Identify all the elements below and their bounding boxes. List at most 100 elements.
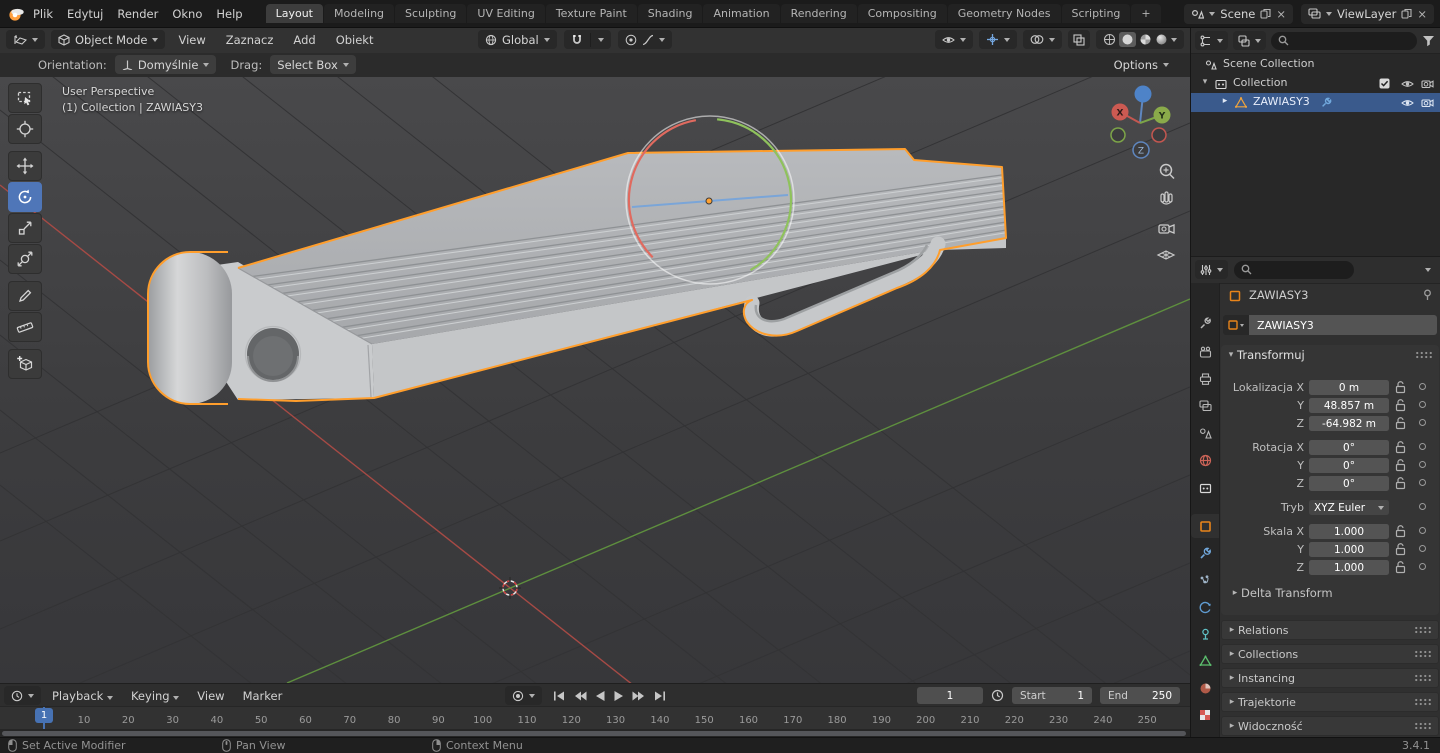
section-visibility[interactable]: ▸Widoczność (1221, 716, 1439, 736)
tab-scene[interactable] (1191, 421, 1219, 445)
next-keyframe-button[interactable] (632, 690, 646, 702)
remove-view-layer-button[interactable]: × (1417, 7, 1427, 21)
outliner-row-object[interactable]: ▸ ZAWIASY3 (1191, 93, 1440, 112)
tab-collection[interactable] (1191, 476, 1219, 500)
gizmo-toggle[interactable] (979, 30, 1017, 49)
expand-icon[interactable]: ▸ (1219, 96, 1231, 106)
tool-transform[interactable] (8, 244, 42, 274)
tab-particles[interactable] (1191, 568, 1219, 592)
tab-material[interactable] (1191, 676, 1219, 700)
scene-selector[interactable]: Scene × (1184, 4, 1293, 24)
tab-sculpting[interactable]: Sculpting (395, 4, 466, 23)
lock-icon[interactable] (1395, 399, 1406, 412)
mode-selector[interactable]: Object Mode (51, 30, 165, 49)
shading-wireframe-button[interactable] (1103, 33, 1116, 46)
tab-view-layer[interactable] (1191, 394, 1219, 418)
panel-drag-grip[interactable] (1414, 698, 1432, 706)
menu-view-timeline[interactable]: View (190, 689, 231, 703)
tab-texture-paint[interactable]: Texture Paint (546, 4, 637, 23)
overlays-toggle[interactable] (1023, 30, 1062, 49)
jump-to-start-button[interactable] (552, 690, 566, 702)
render-camera-icon[interactable] (1421, 97, 1434, 108)
outliner-row-collection[interactable]: ▾ Collection (1191, 74, 1440, 93)
timeline-scrollbar[interactable] (2, 731, 1186, 736)
start-frame-field[interactable]: Start1 (1012, 687, 1092, 704)
tab-modifiers[interactable] (1191, 541, 1219, 565)
playhead[interactable]: 1 (35, 708, 53, 723)
shading-dropdown[interactable] (1171, 38, 1177, 42)
loc-x-field[interactable]: 0 m (1309, 380, 1389, 395)
tab-constraints[interactable] (1191, 622, 1219, 646)
animate-dot[interactable] (1419, 419, 1426, 426)
outliner-row-scene-collection[interactable]: Scene Collection (1191, 55, 1440, 74)
menu-keying[interactable]: Keying (124, 689, 186, 703)
prev-keyframe-button[interactable] (573, 690, 587, 702)
tab-scripting[interactable]: Scripting (1062, 4, 1131, 23)
loc-y-field[interactable]: 48.857 m (1309, 398, 1389, 413)
transform-orientation-selector[interactable]: Global (478, 30, 557, 49)
animate-dot[interactable] (1419, 401, 1426, 408)
lock-icon[interactable] (1395, 525, 1406, 538)
lock-icon[interactable] (1395, 441, 1406, 454)
editor-type-button[interactable] (6, 30, 45, 49)
tool-add-cube[interactable] (8, 349, 42, 379)
pin-icon[interactable] (1422, 289, 1433, 301)
tool-rotate[interactable] (8, 182, 42, 212)
tab-rendering[interactable]: Rendering (781, 4, 857, 23)
transform-panel-header[interactable]: ▾ Transformuj (1221, 345, 1439, 365)
copy-icon[interactable] (1401, 8, 1412, 19)
menu-object[interactable]: Obiekt (329, 33, 381, 47)
unlink-scene-button[interactable]: × (1276, 7, 1286, 21)
section-motion-paths[interactable]: ▸Trajektorie (1221, 692, 1439, 712)
tool-scale[interactable] (8, 213, 42, 243)
tool-cursor[interactable] (8, 114, 42, 144)
use-preview-range-button[interactable] (991, 689, 1004, 702)
menu-view[interactable]: View (171, 33, 212, 47)
tool-annotate[interactable] (8, 281, 42, 311)
menu-add[interactable]: Add (286, 33, 322, 47)
animate-dot[interactable] (1419, 383, 1426, 390)
scale-x-field[interactable]: 1.000 (1309, 524, 1389, 539)
tab-geometry-nodes[interactable]: Geometry Nodes (948, 4, 1061, 23)
tab-compositing[interactable]: Compositing (858, 4, 947, 23)
properties-search-input[interactable] (1234, 261, 1354, 279)
play-button[interactable] (613, 690, 625, 702)
outliner-search-input[interactable] (1271, 32, 1417, 50)
hide-eye-icon[interactable] (1401, 79, 1414, 89)
tab-physics[interactable] (1191, 595, 1219, 619)
menu-playback[interactable]: Playback (45, 689, 120, 703)
menu-help[interactable]: Help (209, 7, 249, 21)
viewport-3d[interactable]: X Y Z (0, 77, 1190, 683)
orientation-dropdown[interactable]: Domyślnie (115, 55, 217, 74)
play-reverse-button[interactable] (594, 690, 606, 702)
outliner-display-mode-button[interactable] (1233, 31, 1266, 50)
section-instancing[interactable]: ▸Instancing (1221, 668, 1439, 688)
tab-animation[interactable]: Animation (703, 4, 779, 23)
view-layer-selector[interactable]: ViewLayer × (1301, 4, 1434, 24)
animate-dot[interactable] (1419, 461, 1426, 468)
id-type-button[interactable] (1223, 315, 1249, 335)
render-camera-icon[interactable] (1421, 78, 1434, 89)
panel-drag-grip[interactable] (1414, 626, 1432, 634)
snapping-controls[interactable] (564, 30, 611, 49)
timeline-ruler[interactable]: 1020304050607080901001101201301401501601… (0, 706, 1190, 730)
animate-dot[interactable] (1419, 545, 1426, 552)
tab-shading[interactable]: Shading (638, 4, 703, 23)
end-frame-field[interactable]: End250 (1100, 687, 1180, 704)
proportional-editing-controls[interactable] (618, 30, 672, 49)
animate-dot[interactable] (1419, 479, 1426, 486)
blender-logo-icon[interactable] (6, 5, 26, 23)
tool-move[interactable] (8, 151, 42, 181)
section-relations[interactable]: ▸Relations (1221, 620, 1439, 640)
jump-to-end-button[interactable] (653, 690, 667, 702)
panel-drag-grip[interactable] (1414, 722, 1432, 730)
expand-icon[interactable]: ▾ (1199, 77, 1211, 87)
animate-dot[interactable] (1419, 503, 1426, 510)
section-collections[interactable]: ▸Collections (1221, 644, 1439, 664)
shading-rendered-button[interactable] (1155, 33, 1168, 46)
options-dropdown[interactable]: Options (1107, 55, 1176, 74)
hide-eye-icon[interactable] (1401, 98, 1414, 108)
panel-drag-grip[interactable] (1414, 650, 1432, 658)
tab-texture[interactable] (1191, 703, 1219, 727)
delta-transform-subpanel[interactable]: ▸ Delta Transform (1229, 586, 1333, 600)
